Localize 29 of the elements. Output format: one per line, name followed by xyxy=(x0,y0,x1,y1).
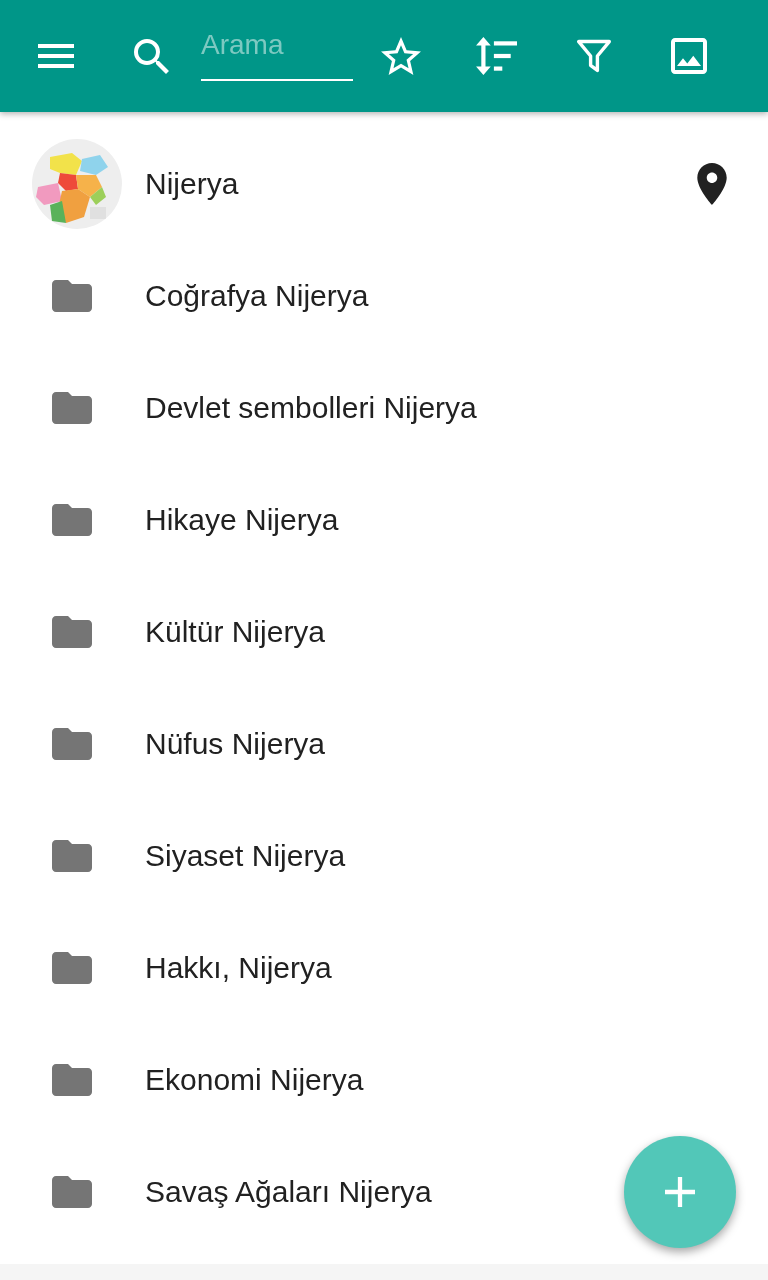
image-icon[interactable] xyxy=(671,38,707,74)
folder-label[interactable]: Ekonomi Nijerya xyxy=(145,1063,364,1097)
folder-label[interactable]: Siyaset Nijerya xyxy=(145,839,346,873)
folder-label[interactable]: Nüfus Nijerya xyxy=(145,727,326,761)
search-icon[interactable] xyxy=(134,38,169,74)
folder-icon xyxy=(52,616,92,648)
sort-icon[interactable] xyxy=(475,37,517,75)
folder-icon xyxy=(52,504,92,536)
folder-label[interactable]: Coğrafya Nijerya xyxy=(145,279,369,313)
folder-icon xyxy=(52,392,92,424)
folder-label[interactable]: Savaş Ağaları Nijerya xyxy=(145,1175,432,1209)
folder-icon xyxy=(52,1064,92,1096)
folder-icon xyxy=(52,840,92,872)
filter-icon[interactable] xyxy=(577,38,611,74)
folder-label[interactable]: Hikaye Nijerya xyxy=(145,503,339,537)
folder-icon xyxy=(52,728,92,760)
location-pin-icon[interactable] xyxy=(697,163,727,205)
add-button[interactable] xyxy=(624,1136,736,1248)
folder-icon xyxy=(52,1176,92,1208)
plus-icon xyxy=(665,1177,695,1207)
folder-icon xyxy=(52,280,92,312)
menu-icon[interactable] xyxy=(38,44,74,68)
place-title[interactable]: Nijerya xyxy=(145,167,697,201)
folder-label[interactable]: Devlet sembolleri Nijerya xyxy=(145,391,477,425)
folder-label[interactable]: Kültür Nijerya xyxy=(145,615,326,649)
star-icon[interactable] xyxy=(381,37,421,75)
folder-icon xyxy=(52,952,92,984)
folder-label[interactable]: Hakkı, Nijerya xyxy=(145,951,332,985)
search-field[interactable]: Arama xyxy=(201,25,353,81)
